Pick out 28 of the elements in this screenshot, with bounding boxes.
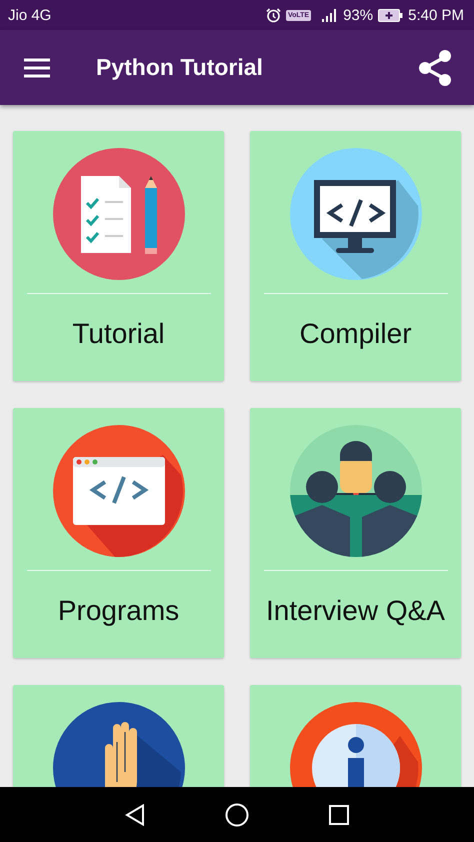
- tile-label: Tutorial: [72, 318, 165, 350]
- clock-time: 5:40 PM: [408, 6, 464, 24]
- menu-tile[interactable]: Tutorial: [13, 131, 224, 381]
- recents-button[interactable]: [329, 804, 349, 824]
- carrier-name: Jio 4G: [8, 6, 52, 24]
- home-button[interactable]: [225, 802, 249, 826]
- tile-label: Programs: [58, 595, 180, 627]
- home-icon: [225, 802, 249, 826]
- back-icon: [125, 804, 145, 826]
- monitor-icon: [290, 148, 422, 280]
- share-button[interactable]: [418, 50, 452, 86]
- menu-tile[interactable]: Compiler: [250, 131, 461, 381]
- battery-charging-icon: [378, 8, 404, 22]
- checklist-icon: [52, 148, 184, 280]
- alarm-icon: [266, 8, 281, 22]
- recents-icon: [329, 804, 349, 824]
- battery-percent: 93%: [343, 6, 374, 24]
- menu-tile[interactable]: Programs: [13, 408, 224, 658]
- menu-button[interactable]: [24, 58, 50, 78]
- menu-icon: [24, 58, 50, 78]
- signal-icon: [322, 8, 338, 22]
- tile-label: Compiler: [299, 318, 412, 350]
- menu-tile[interactable]: Interview Q&A: [250, 408, 461, 658]
- share-icon: [418, 50, 452, 86]
- app-title: Python Tutorial: [96, 54, 264, 81]
- tile-label: Interview Q&A: [266, 595, 445, 627]
- back-button[interactable]: [125, 804, 145, 826]
- code-window-icon: [52, 425, 184, 557]
